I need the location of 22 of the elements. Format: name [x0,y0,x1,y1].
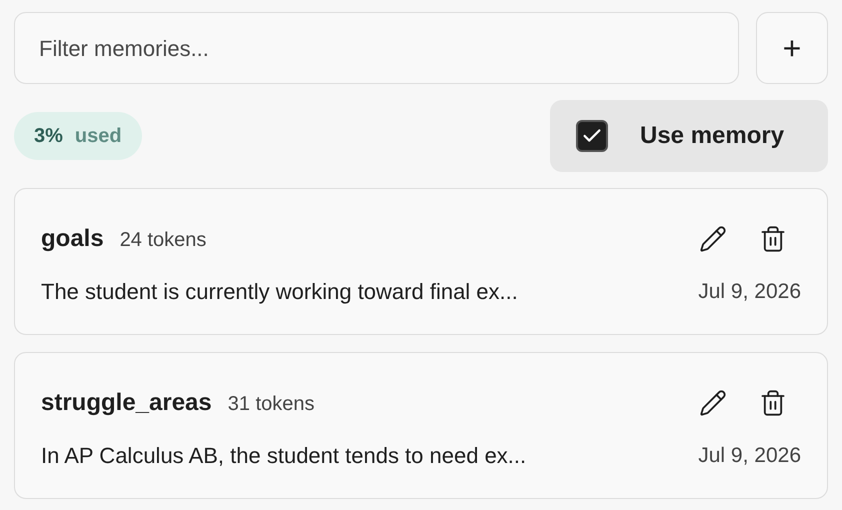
memory-text: In AP Calculus AB, the student tends to need ex... [41,442,526,470]
token-count: 31 tokens [228,392,314,417]
memory-title: goals [41,224,104,254]
edit-button[interactable] [699,225,727,253]
token-count: 24 tokens [120,228,206,253]
checkbox[interactable] [576,120,608,152]
memory-date: Jul 9, 2026 [698,278,801,305]
memory-text: The student is currently working toward final ex... [41,278,518,306]
delete-button[interactable] [759,225,787,253]
memory-title: struggle_areas [41,388,212,418]
pencil-icon [699,225,727,253]
filter-field[interactable]: Filter memories... [14,12,739,84]
delete-button[interactable] [759,389,787,417]
trash-icon [759,225,787,253]
add-button[interactable]: + [756,12,828,84]
usage-label: used [74,124,122,149]
trash-icon [759,389,787,417]
use-memory-toggle[interactable]: Use memory [550,100,828,172]
edit-button[interactable] [699,389,727,417]
pencil-icon [699,389,727,417]
memory-date: Jul 9, 2026 [698,442,801,469]
usage-percent: 3% [34,124,63,149]
